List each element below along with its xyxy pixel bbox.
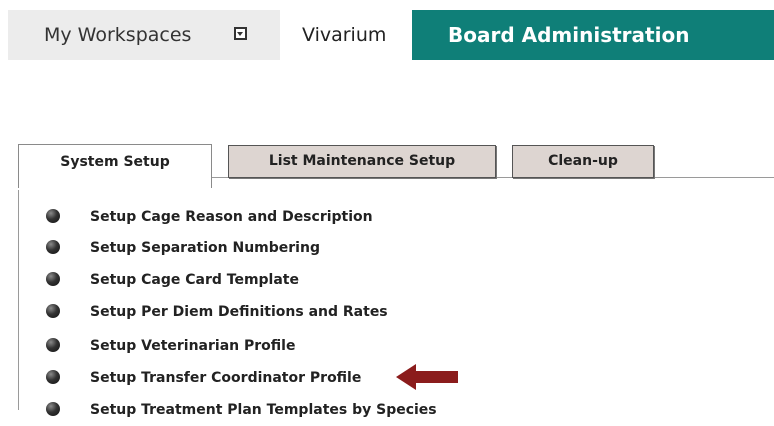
- setup-menu: Setup Cage Reason and Description Setup …: [0, 0, 774, 426]
- left-arrow-icon: [396, 364, 458, 390]
- bullet-icon: [46, 240, 60, 254]
- menu-item-label[interactable]: Setup Cage Card Template: [90, 270, 299, 290]
- bullet-icon: [46, 209, 60, 223]
- bullet-icon: [46, 338, 60, 352]
- menu-item-label[interactable]: Setup Per Diem Definitions and Rates: [90, 302, 388, 322]
- bullet-icon: [46, 304, 60, 318]
- menu-item-label[interactable]: Setup Treatment Plan Templates by Specie…: [90, 400, 437, 420]
- menu-item-label[interactable]: Setup Cage Reason and Description: [90, 207, 373, 227]
- menu-item-label[interactable]: Setup Separation Numbering: [90, 238, 320, 258]
- menu-item-label[interactable]: Setup Veterinarian Profile: [90, 336, 295, 356]
- bullet-icon: [46, 370, 60, 384]
- bullet-icon: [46, 402, 60, 416]
- bullet-icon: [46, 272, 60, 286]
- menu-item-label[interactable]: Setup Transfer Coordinator Profile: [90, 368, 361, 388]
